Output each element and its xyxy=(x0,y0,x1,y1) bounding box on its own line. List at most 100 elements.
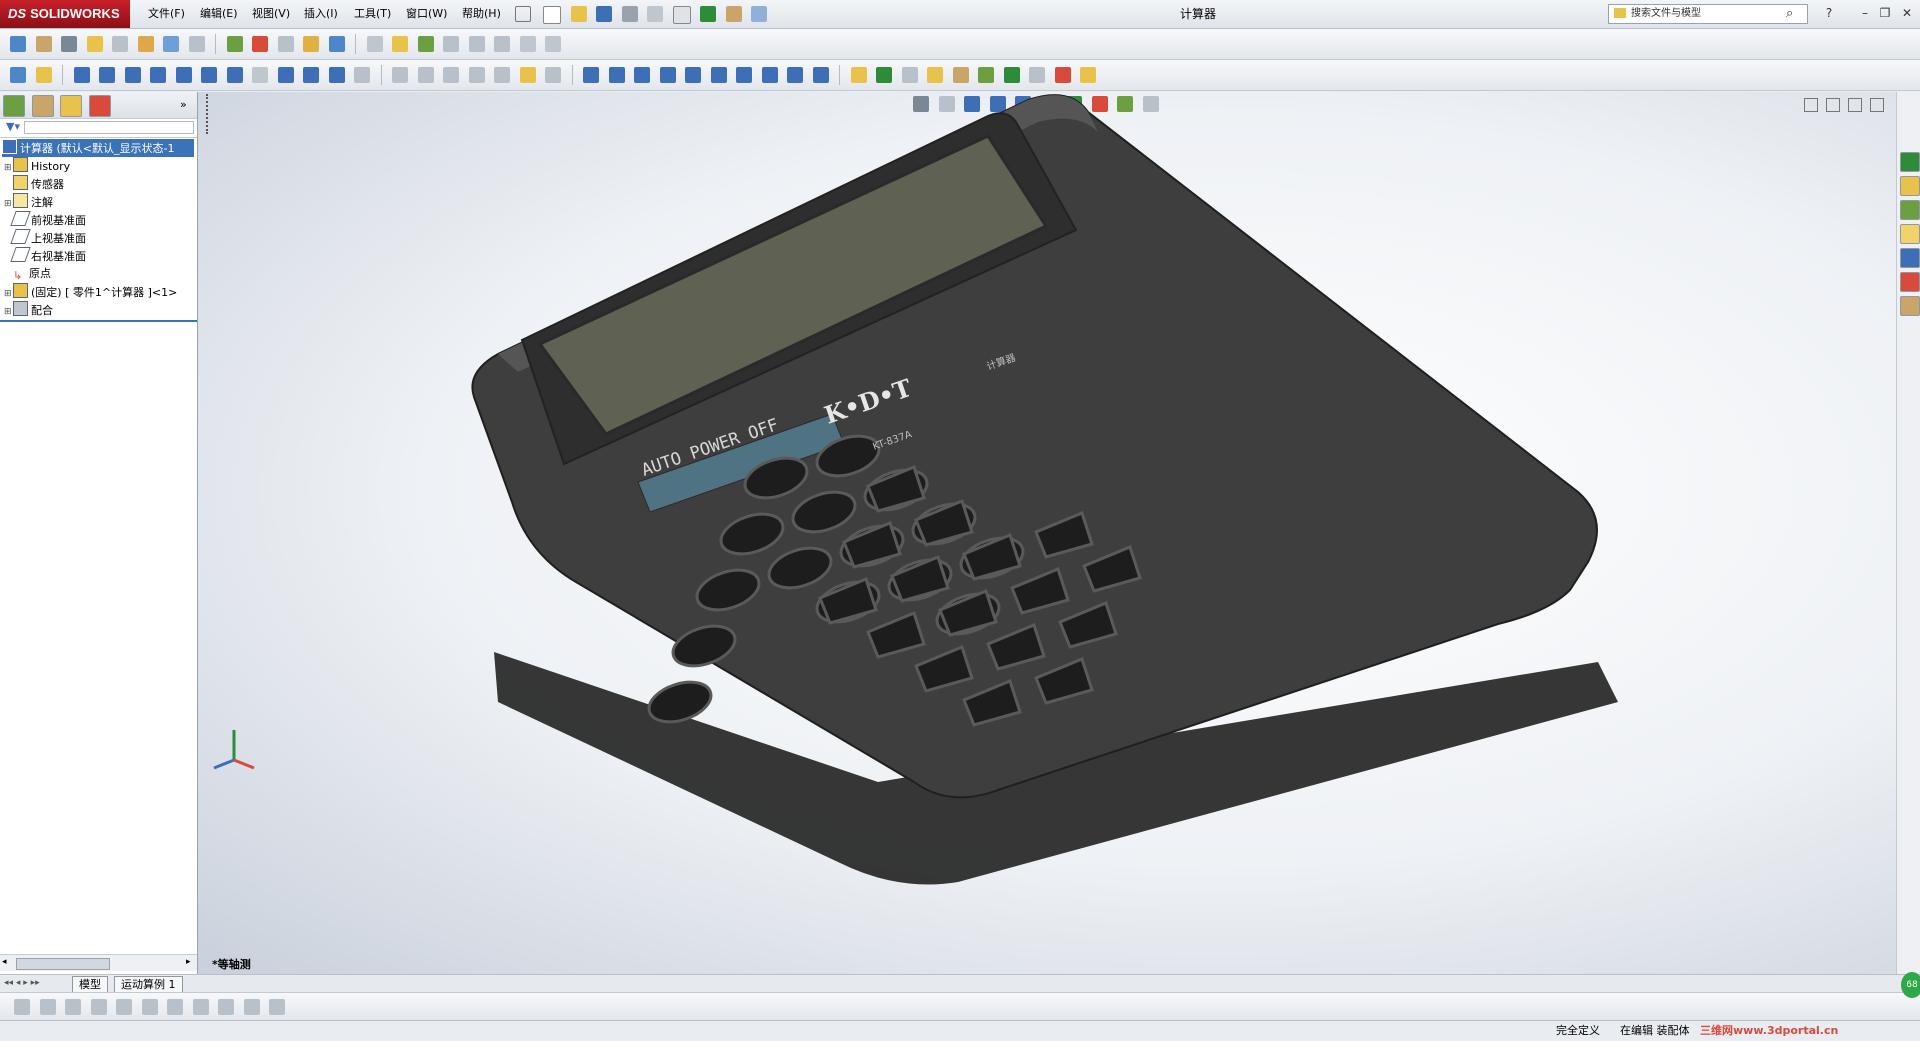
ellipse-icon[interactable] xyxy=(226,67,243,83)
exploded-view-icon[interactable] xyxy=(494,36,510,52)
isometric-view-icon[interactable] xyxy=(736,67,752,83)
help-icon[interactable]: ? xyxy=(1820,5,1838,21)
single-view-icon[interactable] xyxy=(761,67,778,83)
plane-icon[interactable] xyxy=(354,67,370,83)
undo-icon[interactable] xyxy=(647,6,663,22)
expand-panel-icon[interactable]: » xyxy=(180,98,187,111)
menu-tools[interactable]: 工具(T) xyxy=(354,0,391,28)
select-icon[interactable] xyxy=(672,6,691,24)
drawing-icon[interactable] xyxy=(850,67,867,83)
two-view-icon[interactable] xyxy=(787,67,803,83)
search-icon[interactable]: ⌕ xyxy=(1786,6,1793,21)
open-icon[interactable] xyxy=(570,6,587,22)
feature-manager-tab-icon[interactable] xyxy=(3,95,25,117)
rebuild-icon[interactable] xyxy=(700,6,716,22)
explode-line-icon[interactable] xyxy=(519,36,536,52)
centerpoint-icon[interactable] xyxy=(90,999,107,1015)
mate-icon[interactable] xyxy=(252,36,268,52)
horizontal-scrollbar[interactable]: ◂ ▸ xyxy=(0,954,197,971)
left-view-icon[interactable] xyxy=(659,67,676,83)
mirror-entities-icon[interactable] xyxy=(443,67,459,83)
insert-component-icon[interactable] xyxy=(226,36,243,52)
polygon-icon[interactable] xyxy=(277,67,294,83)
file-explorer-icon[interactable] xyxy=(1900,200,1920,220)
configuration-manager-tab-icon[interactable] xyxy=(60,95,82,117)
instant3d-icon[interactable] xyxy=(545,36,561,52)
file-properties-icon[interactable] xyxy=(725,6,742,22)
tab-motion-study[interactable]: 运动算例 1 xyxy=(114,976,183,993)
search-input[interactable]: 搜索文件与模型 xyxy=(1608,4,1808,24)
edit-appearance-icon[interactable] xyxy=(927,67,943,83)
repair-sketch-icon[interactable] xyxy=(545,67,561,83)
calculator-model[interactable]: AUTO POWER OFF K•D•T KT-837A 计算器 xyxy=(198,92,1896,974)
arc-icon[interactable] xyxy=(175,67,192,83)
tree-item-front-plane[interactable]: 前视基准面 xyxy=(4,211,86,229)
grid-icon[interactable] xyxy=(243,999,260,1015)
four-view-icon[interactable] xyxy=(812,67,829,83)
line-tool-icon[interactable] xyxy=(65,999,81,1015)
smart-dimension-icon[interactable] xyxy=(35,67,52,83)
menu-help[interactable]: 帮助(H) xyxy=(462,0,501,28)
point-tool-icon[interactable] xyxy=(14,999,30,1015)
custom-properties-icon[interactable] xyxy=(1900,296,1920,316)
graphics-viewport[interactable]: AUTO POWER OFF K•D•T KT-837A 计算器 xyxy=(198,92,1896,974)
reference-geometry-icon[interactable] xyxy=(417,36,434,52)
appearances-icon[interactable] xyxy=(1900,272,1920,292)
tree-item-origin[interactable]: ↳ 原点 xyxy=(4,265,51,283)
linear-sketch-pattern-icon[interactable] xyxy=(468,67,485,83)
filter-icon[interactable]: ▼▾ xyxy=(6,120,20,133)
hole-alignment-icon[interactable] xyxy=(188,36,205,52)
solidworks-logo[interactable]: DS SOLIDWORKS xyxy=(0,0,130,28)
convert-entities-icon[interactable] xyxy=(392,67,408,83)
slot-icon[interactable] xyxy=(124,67,141,83)
display-relations-icon[interactable] xyxy=(519,67,536,83)
menu-edit[interactable]: 编辑(E) xyxy=(200,0,238,28)
view-palette-icon[interactable] xyxy=(1900,248,1920,268)
circle-tool-icon[interactable] xyxy=(39,999,56,1015)
tree-item-sensors[interactable]: 传感器 xyxy=(4,175,64,193)
photoview-icon[interactable] xyxy=(1003,67,1020,83)
perpendicular-icon[interactable] xyxy=(218,999,234,1015)
property-manager-tab-icon[interactable] xyxy=(31,95,54,117)
equation-icon[interactable] xyxy=(137,36,154,52)
lights-icon[interactable] xyxy=(1029,67,1045,83)
menu-view[interactable]: 视图(V) xyxy=(252,0,290,28)
filter-input[interactable] xyxy=(24,121,194,134)
scene-icon[interactable] xyxy=(952,67,969,83)
bill-of-materials-icon[interactable] xyxy=(468,36,485,52)
back-view-icon[interactable] xyxy=(634,67,650,83)
measure-icon[interactable] xyxy=(35,36,52,52)
spell-check-icon[interactable] xyxy=(10,36,26,52)
move-component-icon[interactable] xyxy=(328,36,345,52)
menu-window[interactable]: 窗口(W) xyxy=(406,0,447,28)
circle-icon[interactable] xyxy=(150,67,166,83)
tab-scroll-icon[interactable]: ◂◂ ◂ ▸ ▸▸ xyxy=(4,978,40,988)
minimize-icon[interactable]: – xyxy=(1856,5,1874,21)
resources-icon[interactable] xyxy=(1900,152,1920,172)
text-icon[interactable] xyxy=(328,67,345,83)
front-view-icon[interactable] xyxy=(608,67,625,83)
tree-item-annotations[interactable]: ⊞ 注解 xyxy=(4,193,53,211)
new-motion-study-icon[interactable] xyxy=(443,36,459,52)
tab-model[interactable]: 模型 xyxy=(72,976,108,993)
restore-icon[interactable]: ❐ xyxy=(1876,5,1894,21)
parallel-icon[interactable] xyxy=(192,999,209,1015)
linear-pattern-icon[interactable] xyxy=(277,36,294,52)
menu-insert[interactable]: 插入(I) xyxy=(304,0,338,28)
interference-icon[interactable] xyxy=(86,36,103,52)
tree-item-part[interactable]: ⊞ (固定) [ 零件1^计算器 ]<1> xyxy=(4,283,177,301)
sketch-icon[interactable] xyxy=(10,67,26,83)
scroll-thumb[interactable] xyxy=(16,958,110,970)
angle-icon[interactable] xyxy=(167,999,183,1015)
triangle-icon[interactable] xyxy=(269,999,285,1015)
smart-fasteners-icon[interactable] xyxy=(303,36,319,52)
sigma-icon[interactable] xyxy=(112,36,128,52)
tree-item-history[interactable]: ⊞ History xyxy=(4,157,70,175)
move-entities-icon[interactable] xyxy=(494,67,510,83)
hide-show-icon[interactable] xyxy=(901,67,918,83)
assembly-features-icon[interactable] xyxy=(392,36,408,52)
offset-entities-icon[interactable] xyxy=(417,67,434,83)
close-icon[interactable]: ✕ xyxy=(1898,5,1916,21)
tree-item-top-plane[interactable]: 上视基准面 xyxy=(4,229,86,247)
mass-properties-icon[interactable] xyxy=(61,36,77,52)
